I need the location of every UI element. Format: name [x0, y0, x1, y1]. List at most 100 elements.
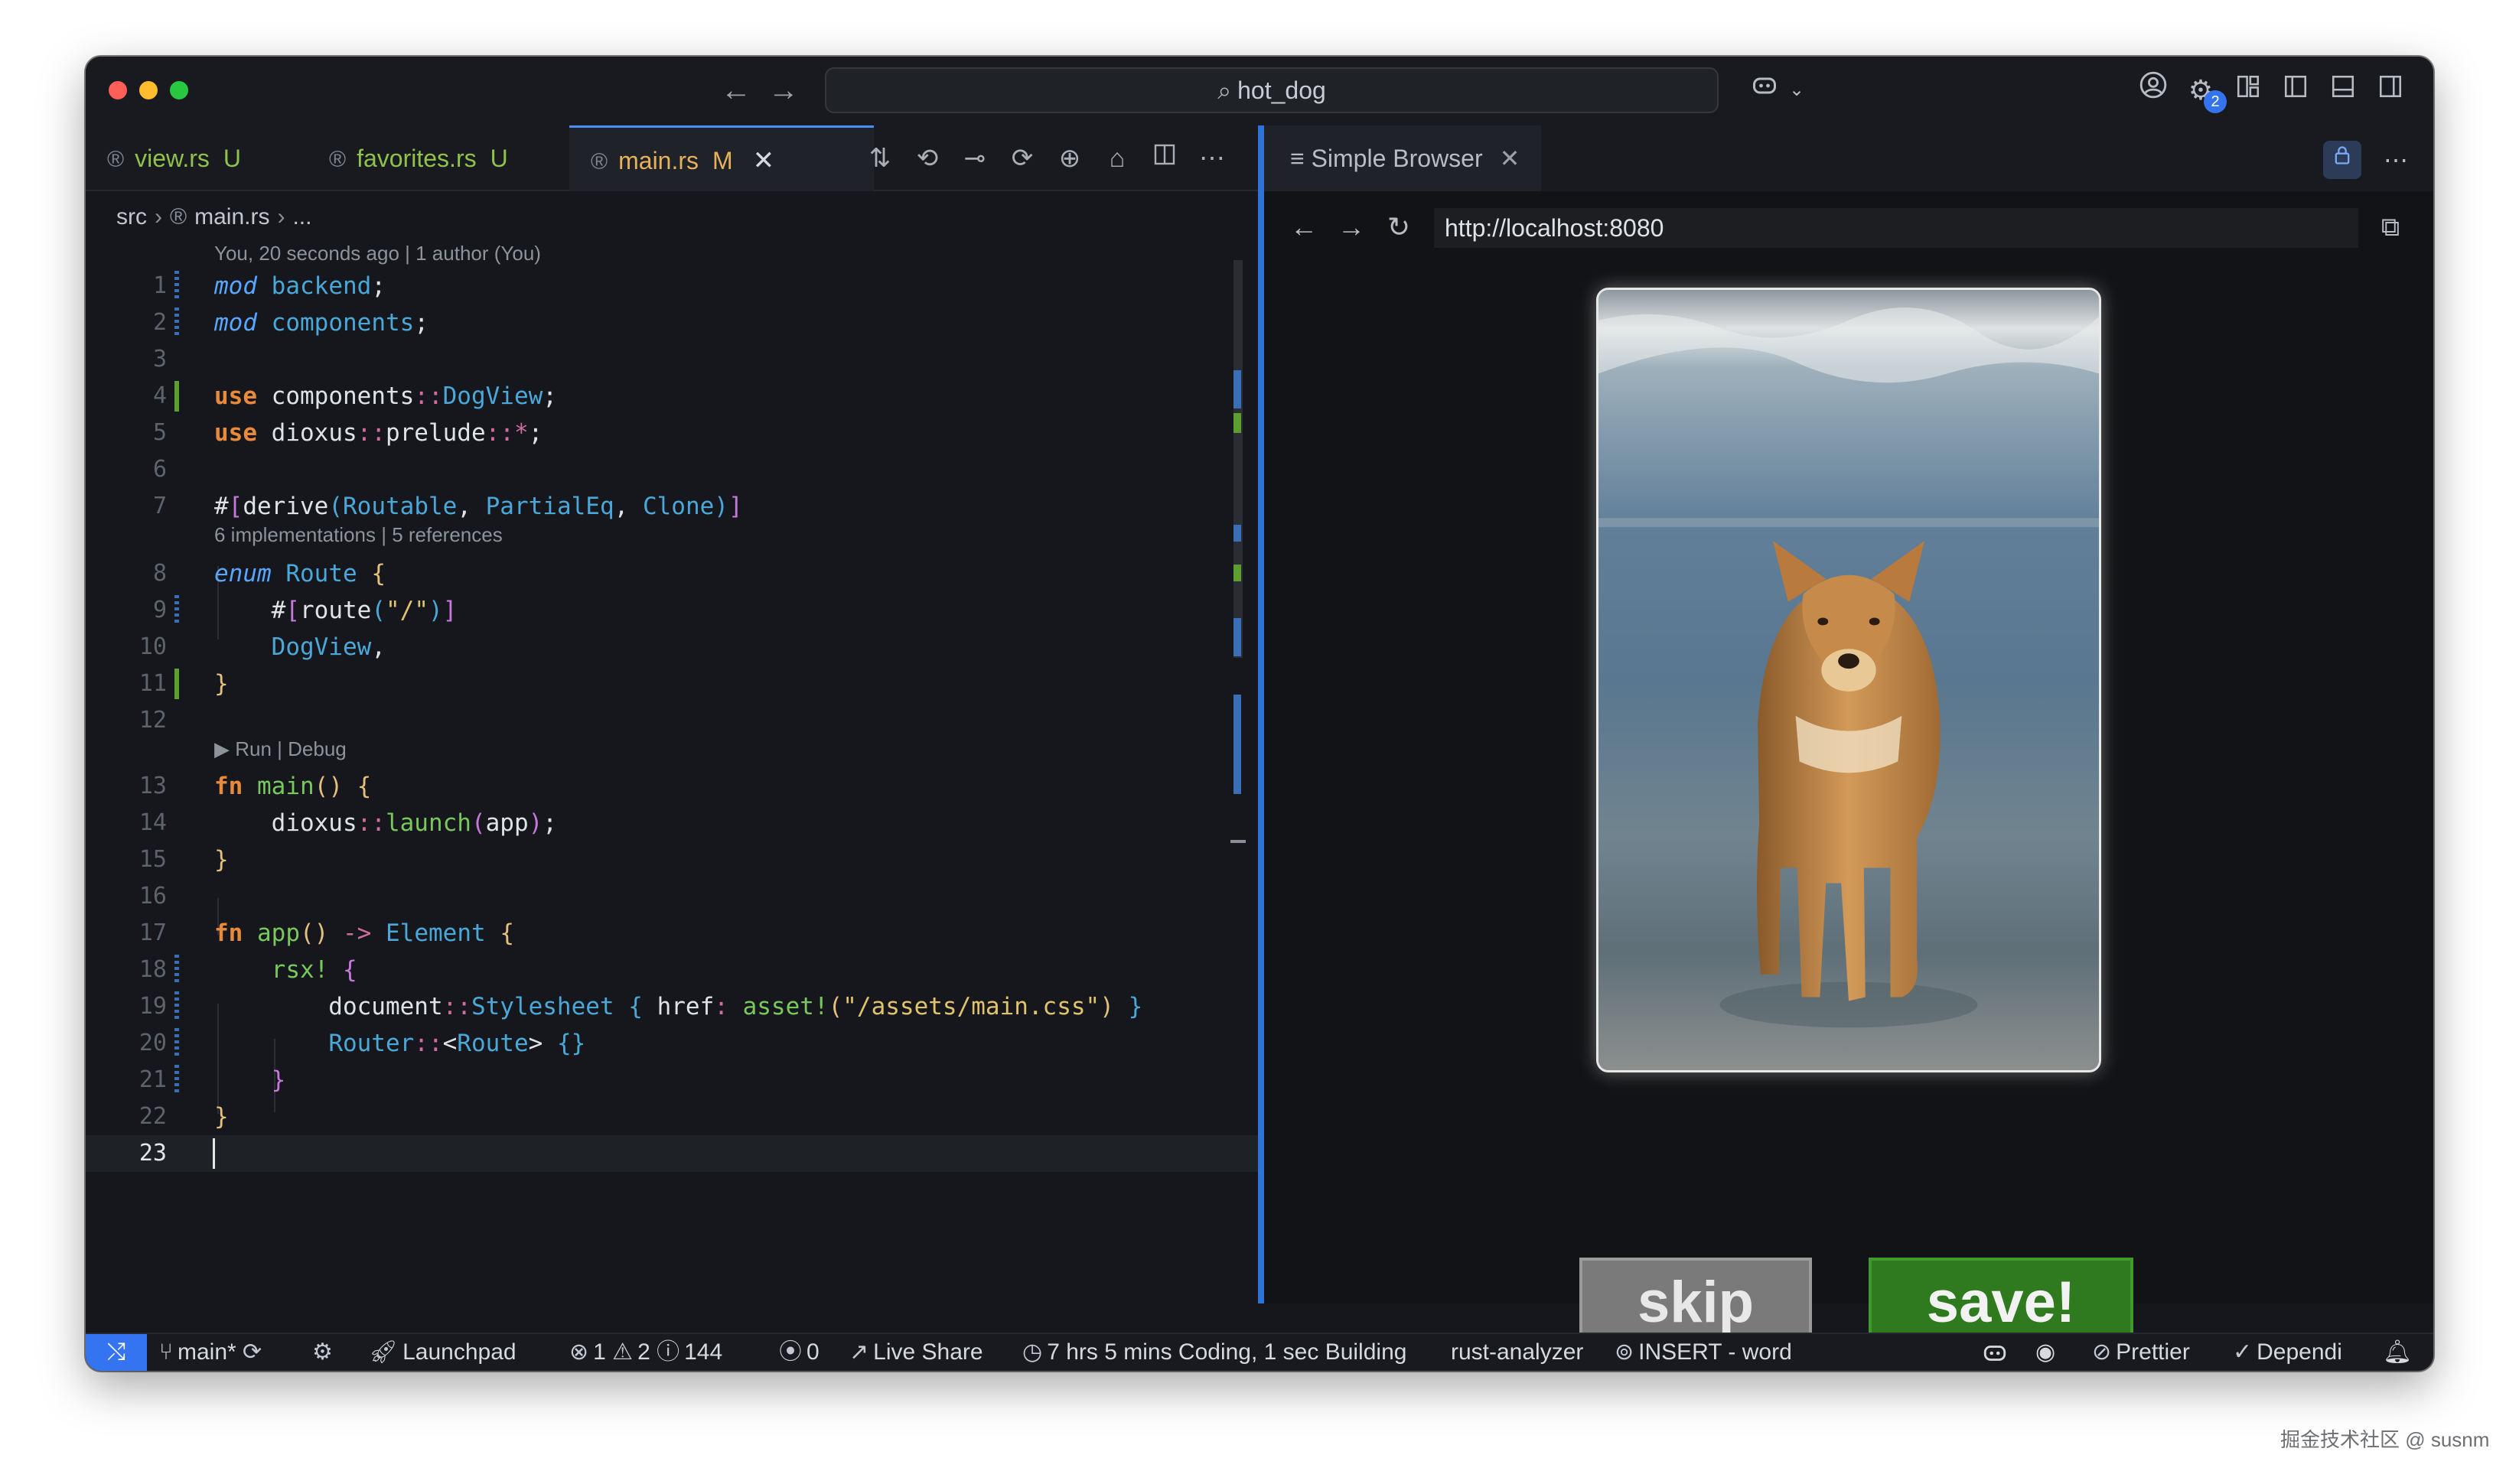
split-editor-icon[interactable]	[1145, 139, 1185, 177]
code-line[interactable]: 18 rsx! {	[86, 952, 1258, 988]
breadcrumb-more[interactable]: ...	[292, 204, 311, 229]
code-line[interactable]: 21 }	[86, 1062, 1258, 1098]
search-icon: ⌕	[1217, 76, 1232, 104]
vim-icon: ⊚	[1615, 1339, 1634, 1365]
code-line[interactable]: 4 use components::DogView;	[86, 378, 1258, 415]
gutter-modified-marker[interactable]	[174, 271, 179, 301]
code-line[interactable]: 17 fn app() -> Element {	[86, 915, 1258, 952]
more-actions-icon[interactable]: ⋯	[2377, 141, 2415, 179]
breadcrumb[interactable]: src › ® main.rs ›...	[116, 202, 311, 233]
code-line[interactable]: 5 use dioxus::prelude::*;	[86, 415, 1258, 451]
code-line[interactable]: 8 enum Route {	[86, 555, 1258, 592]
gutter-modified-marker[interactable]	[174, 955, 179, 985]
history-icon: ◷	[1022, 1339, 1043, 1365]
git-graph-icon[interactable]: ⊕	[1050, 139, 1090, 177]
previous-change-icon[interactable]: ⟲	[908, 139, 947, 177]
vim-mode-item[interactable]: ⊚ INSERT - word	[1615, 1334, 1792, 1371]
rust-analyzer-item[interactable]: rust-analyzer	[1451, 1334, 1583, 1371]
prettier-item[interactable]: ⊘ Prettier	[2092, 1334, 2190, 1371]
code-line[interactable]: 7 #[derive(Routable, PartialEq, Clone)]	[86, 488, 1258, 525]
code-line[interactable]: 3	[86, 341, 1258, 378]
eye-icon[interactable]: ◉	[2035, 1334, 2055, 1371]
line-number: 2	[152, 309, 167, 336]
dependi-item[interactable]: ✓ Dependi	[2233, 1334, 2342, 1371]
chevron-down-icon[interactable]: ⌄	[1777, 70, 1817, 110]
tab-favorites-rs[interactable]: ® favorites.rs U	[308, 125, 568, 191]
git-blame-lens[interactable]: You, 20 seconds ago | 1 author (You)	[214, 240, 541, 266]
customize-layout-icon[interactable]	[2228, 70, 2268, 110]
tab-view-rs[interactable]: ® view.rs U	[86, 125, 297, 191]
code-line[interactable]: 13 fn main() {	[86, 768, 1258, 805]
lock-icon[interactable]	[2323, 141, 2361, 179]
close-icon[interactable]: ✕	[753, 146, 775, 175]
more-actions-icon[interactable]: ⋯	[1192, 139, 1232, 177]
open-external-icon[interactable]: ⧉	[2371, 208, 2410, 246]
code-line[interactable]: 2 mod components;	[86, 304, 1258, 341]
gutter-modified-marker[interactable]	[174, 991, 179, 1022]
open-changes-icon[interactable]: ⇅	[860, 139, 900, 177]
gutter-added-marker[interactable]	[174, 381, 179, 412]
notifications-icon[interactable]: 🔔︎	[2383, 1334, 2412, 1371]
editor-group-divider[interactable]	[1258, 125, 1264, 1303]
code-line[interactable]: 12	[86, 702, 1258, 739]
url-input[interactable]: http://localhost:8080	[1434, 208, 2358, 248]
settings-update-badge: 2	[2204, 90, 2227, 113]
line-number: 20	[138, 1030, 167, 1056]
references-lens[interactable]: 6 implementations | 5 references	[214, 522, 503, 548]
gutter-modified-marker[interactable]	[174, 1065, 179, 1095]
reload-icon[interactable]: ↻	[1379, 208, 1419, 246]
gutter-modified-marker[interactable]	[174, 308, 179, 338]
code-line-current[interactable]: 23	[86, 1135, 1258, 1172]
code-line[interactable]: 9 #[route("/")]	[86, 592, 1258, 629]
tab-label: favorites.rs	[357, 145, 477, 172]
editor-group: ® view.rs U ® favorites.rs U ® main.rs M ✕ ⇅ ⟲ …	[86, 125, 1258, 1303]
code-line[interactable]: 16	[86, 878, 1258, 915]
window-maximize-button[interactable]	[170, 81, 188, 99]
code-line[interactable]: 15 }	[86, 841, 1258, 878]
code-line[interactable]: 10 DogView,	[86, 629, 1258, 666]
next-change-icon[interactable]: ⟳	[1002, 139, 1042, 177]
code-line[interactable]: 1 mod backend;	[86, 268, 1258, 304]
breadcrumb-folder[interactable]: src	[116, 204, 147, 229]
problems-item[interactable]: ⊗ 1 ⚠ 2 ⓘ 144	[569, 1334, 722, 1371]
forward-arrow-icon[interactable]: →	[768, 73, 799, 107]
toggle-panel-icon[interactable]	[2323, 70, 2363, 110]
ports-item[interactable]: ⦿ 0	[779, 1334, 820, 1371]
warning-count: 2	[637, 1339, 650, 1365]
wakatime-item[interactable]: ◷ 7 hrs 5 mins Coding, 1 sec Building	[1022, 1334, 1406, 1371]
gutter-modified-marker[interactable]	[174, 1028, 179, 1059]
remote-indicator-icon[interactable]: ⤭	[86, 1334, 147, 1371]
launchpad-item[interactable]: 🚀︎ Launchpad	[369, 1334, 517, 1371]
run-debug-lens[interactable]: ▶ Run | Debug	[214, 736, 347, 762]
copilot-status-icon[interactable]: ⚙	[312, 1334, 337, 1371]
live-share-item[interactable]: ↗ Live Share	[849, 1334, 983, 1371]
window-minimize-button[interactable]	[139, 81, 158, 99]
copilot-chat-icon[interactable]: ⌂	[1097, 139, 1137, 177]
browser-back-icon[interactable]: ←	[1284, 208, 1324, 246]
copilot-status-bar-icon[interactable]	[1982, 1334, 2008, 1371]
gutter-modified-marker[interactable]	[174, 595, 179, 626]
back-arrow-icon[interactable]: ←	[721, 73, 751, 107]
code-line[interactable]: 22 }	[86, 1098, 1258, 1135]
account-icon[interactable]	[2133, 70, 2173, 110]
tab-simple-browser[interactable]: ≡ Simple Browser ✕	[1264, 125, 1541, 191]
window-close-button[interactable]	[109, 81, 127, 99]
git-commit-icon[interactable]: ⊸	[955, 139, 995, 177]
browser-forward-icon[interactable]: →	[1331, 208, 1371, 246]
code-line[interactable]: 20 Router::<Route> {}	[86, 1025, 1258, 1062]
line-number: 11	[138, 670, 167, 697]
code-line[interactable]: 6	[86, 451, 1258, 488]
code-line[interactable]: 11 }	[86, 666, 1258, 702]
tab-main-rs[interactable]: ® main.rs M ✕	[569, 125, 874, 191]
code-line[interactable]: 19 document::Stylesheet { href: asset!("…	[86, 988, 1258, 1025]
git-branch-item[interactable]: ⑂ main* ⟳	[159, 1334, 266, 1371]
toggle-secondary-sidebar-icon[interactable]	[2371, 70, 2410, 110]
overview-ruler[interactable]	[1230, 248, 1246, 860]
prettier-label: Prettier	[2116, 1339, 2190, 1365]
toggle-primary-sidebar-icon[interactable]	[2276, 70, 2315, 110]
gutter-added-marker[interactable]	[174, 669, 179, 699]
code-line[interactable]: 14 dioxus::launch(app);	[86, 805, 1258, 841]
breadcrumb-file[interactable]: main.rs	[194, 204, 269, 229]
command-center-search[interactable]: ⌕ hot_dog	[825, 67, 1719, 113]
close-icon[interactable]: ✕	[1500, 145, 1520, 172]
